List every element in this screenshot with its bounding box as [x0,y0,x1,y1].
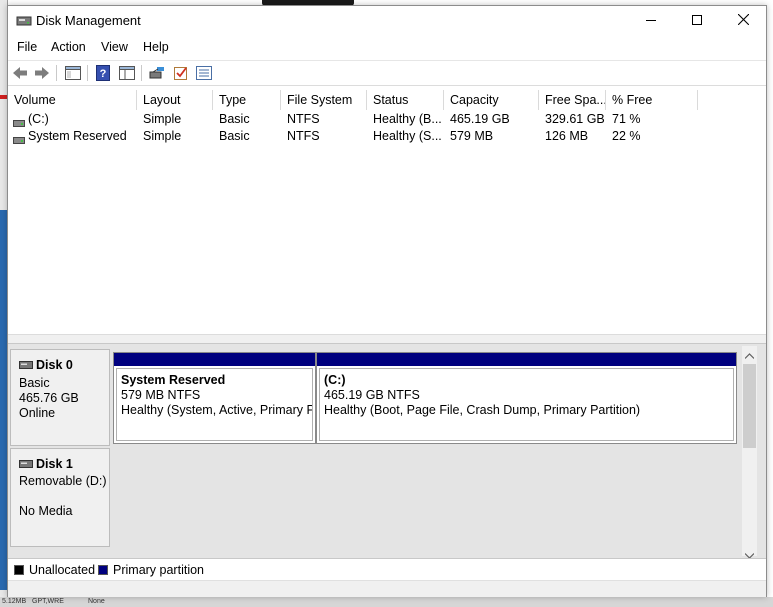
background-panel [0,210,7,590]
cell-volume: (C:) [28,112,49,126]
partition-details: System Reserved 579 MB NTFS Healthy (Sys… [116,368,313,441]
partition-name: (C:) [324,373,346,387]
cell-layout: Simple [143,112,182,126]
close-icon [737,13,749,28]
scrollbar-thumb[interactable] [743,364,756,448]
forward-icon[interactable] [33,64,51,82]
cell-capacity: 465.19 GB [450,112,510,126]
help-icon[interactable]: ? [94,64,112,82]
table-row[interactable]: (C:) Simple Basic NTFS Healthy (B... 465… [8,111,766,128]
disk-1-name: Disk 1 [36,457,73,471]
close-button[interactable] [720,6,766,36]
connect-icon[interactable] [148,64,166,82]
minimize-icon [646,14,656,28]
scroll-up-icon[interactable] [744,348,755,362]
menu-view[interactable]: View [101,40,128,54]
disk-1-title: Disk 1 [19,457,73,471]
column-header-volume[interactable]: Volume [8,90,137,110]
vertical-scrollbar[interactable] [742,346,757,559]
maximize-icon [692,14,702,28]
menu-bar: File Action View Help [8,36,766,58]
disk-0-title: Disk 0 [19,358,73,372]
cell-capacity: 579 MB [450,129,494,143]
background-text: None [88,598,105,605]
partition-status: Healthy (System, Active, Primary Pa [121,403,313,417]
cell-type: Basic [219,129,250,143]
partition-bar [317,353,736,366]
cell-status: Healthy (S... [373,129,442,143]
column-header-file-system[interactable]: File System [281,90,367,110]
column-header-free-space[interactable]: Free Spa... [539,90,606,110]
status-bar [8,580,766,597]
cell-status: Healthy (B... [373,112,442,126]
menu-help[interactable]: Help [143,40,169,54]
partition-system-reserved[interactable]: System Reserved 579 MB NTFS Healthy (Sys… [113,352,316,444]
partition-c-drive[interactable]: (C:) 465.19 GB NTFS Healthy (Boot, Page … [316,352,737,444]
partition-status: Healthy (Boot, Page File, Crash Dump, Pr… [324,403,641,417]
disk-graphical-view: Disk 0 Basic 465.76 GB Online System Res… [8,344,766,558]
partition-bar [114,353,315,366]
table-row[interactable]: System Reserved Simple Basic NTFS Health… [8,128,766,145]
partition-details: (C:) 465.19 GB NTFS Healthy (Boot, Page … [319,368,734,441]
column-header-layout[interactable]: Layout [137,90,213,110]
column-header-status[interactable]: Status [367,90,444,110]
legend-primary-partition-label: Primary partition [113,563,204,577]
unallocated-swatch [14,565,24,575]
disk-icon [19,457,33,471]
partition-size-fs: 465.19 GB NTFS [324,388,420,402]
list-view-icon[interactable] [195,64,213,82]
cell-file-system: NTFS [287,129,320,143]
disk-1-state: No Media [19,504,73,518]
column-header-capacity[interactable]: Capacity [444,90,539,110]
check-icon[interactable] [172,64,190,82]
maximize-button[interactable] [674,6,720,36]
volume-list: Volume Layout Type File System Status Ca… [8,86,766,334]
background-accent [0,95,7,99]
back-icon[interactable] [11,64,29,82]
partition-size-fs: 579 MB NTFS [121,388,201,402]
legend: Unallocated Primary partition [8,558,766,580]
toolbar-separator [141,65,142,81]
cell-volume: System Reserved [28,129,127,143]
disk-0-name: Disk 0 [36,358,73,372]
disk-1-type: Removable (D:) [19,474,107,488]
window-title: Disk Management [36,13,141,28]
legend-unallocated-label: Unallocated [29,563,96,577]
cell-layout: Simple [143,129,182,143]
column-header-percent-free[interactable]: % Free [606,90,698,110]
console-tree-icon[interactable] [118,64,136,82]
disk-0-size: 465.76 GB [19,391,79,405]
disk-1-label[interactable]: Disk 1 Removable (D:) No Media [10,448,110,547]
pane-splitter[interactable] [8,334,766,344]
title-bar[interactable]: Disk Management [8,6,766,36]
disk-0-label[interactable]: Disk 0 Basic 465.76 GB Online [10,349,110,446]
svg-text:?: ? [100,68,107,80]
background-taskbar-fragment: 5.12MB GPT,WRE None [0,597,773,607]
cell-file-system: NTFS [287,112,320,126]
cell-free-space: 329.61 GB [545,112,605,126]
cell-free-space: 126 MB [545,129,589,143]
disk-management-window: Disk Management File Action View Help ? [7,5,767,597]
disk-management-icon [16,14,32,28]
cell-percent-free: 71 % [612,112,641,126]
primary-partition-swatch [98,565,108,575]
minimize-button[interactable] [628,6,674,36]
toolbar-separator [56,65,57,81]
column-header-row: Volume Layout Type File System Status Ca… [8,90,766,110]
background-text: 5.12MB [2,598,27,605]
partition-name: System Reserved [121,373,226,387]
cell-type: Basic [219,112,250,126]
column-header-type[interactable]: Type [213,90,281,110]
toolbar: ? [8,60,766,86]
disk-0-type: Basic [19,376,50,390]
background-text: GPT,WRE [32,598,64,605]
toolbar-separator [87,65,88,81]
menu-action[interactable]: Action [51,40,86,54]
cell-percent-free: 22 % [612,129,641,143]
disk-0-state: Online [19,406,56,420]
disk-icon [19,358,33,372]
menu-file[interactable]: File [17,40,37,54]
properties-icon[interactable] [64,64,82,82]
